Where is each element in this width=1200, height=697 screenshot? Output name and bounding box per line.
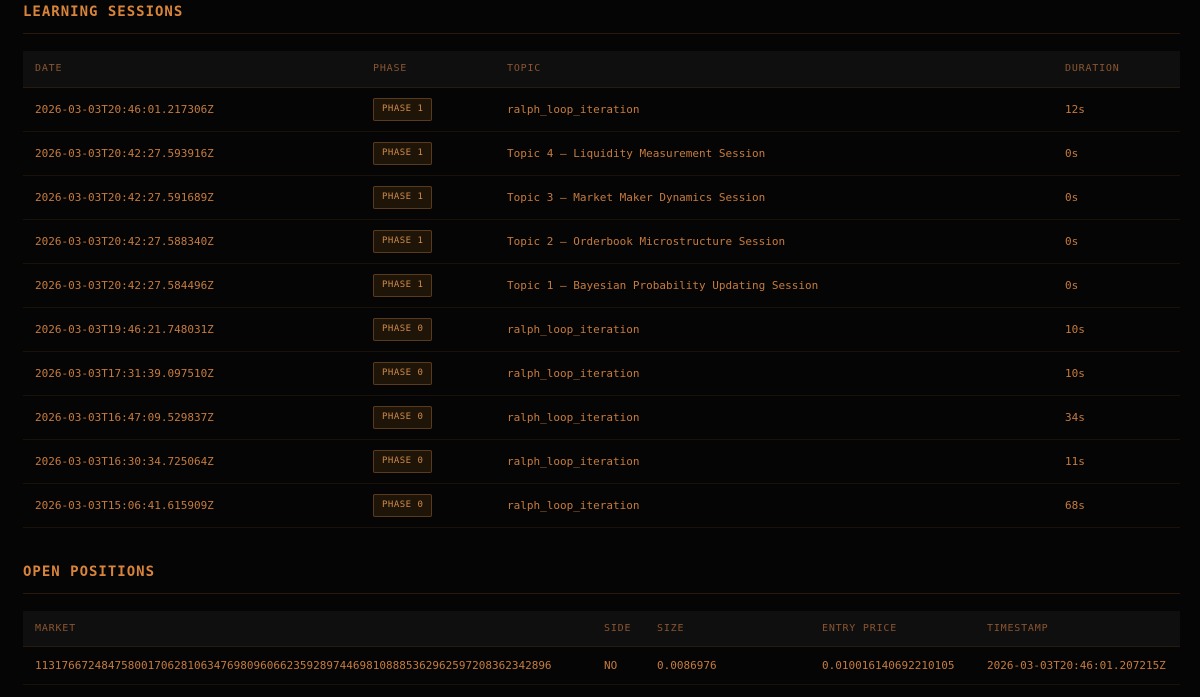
phase-badge: PHASE 0 [373,493,433,517]
table-row[interactable]: 2026-03-03T20:42:27.593916Z PHASE 1 Topic … [23,131,1180,176]
table-row[interactable]: 2026-03-03T16:47:09.529837Z PHASE 0 ralph_… [23,395,1180,440]
session-duration: 12s [1053,87,1180,132]
session-topic: Topic 1 — Bayesian Probability Updating … [495,263,1053,308]
session-topic: ralph_loop_iteration [495,307,1053,352]
section-divider [23,592,1180,594]
session-phase-cell: PHASE 0 [361,395,495,440]
session-date: 2026-03-03T16:30:34.725064Z [23,439,361,484]
phase-badge: PHASE 1 [373,141,433,165]
table-row[interactable]: 2026-03-03T20:46:01.217306Z PHASE 1 ralph_… [23,87,1180,132]
phase-badge: PHASE 0 [373,361,433,385]
position-timestamp: 2026-03-03T20:46:01.207215Z [975,646,1180,685]
column-header-size[interactable]: SIZE [645,610,810,647]
session-date: 2026-03-03T19:46:21.748031Z [23,307,361,352]
session-phase-cell: PHASE 0 [361,439,495,484]
table-row[interactable]: 1131766724847580017062810634769809606623… [23,646,1180,685]
session-topic: ralph_loop_iteration [495,439,1053,484]
table-row[interactable]: 2026-03-03T19:46:21.748031Z PHASE 0 ralph_… [23,307,1180,352]
section-divider [23,33,1180,34]
column-header-duration[interactable]: DURATION [1053,51,1180,88]
session-duration: 34s [1053,395,1180,440]
session-phase-cell: PHASE 0 [361,483,495,528]
session-topic: ralph_loop_iteration [495,351,1053,396]
column-header-timestamp[interactable]: TIMESTAMP [975,610,1180,647]
session-date: 2026-03-03T20:42:27.588340Z [23,219,361,264]
phase-badge: PHASE 1 [373,185,433,209]
table-row[interactable]: 2026-03-03T17:31:39.097510Z PHASE 0 ralph_… [23,351,1180,396]
session-phase-cell: PHASE 0 [361,307,495,352]
session-phase-cell: PHASE 1 [361,131,495,176]
session-phase-cell: PHASE 1 [361,175,495,220]
phase-badge: PHASE 1 [373,229,433,253]
session-duration: 0s [1053,131,1180,176]
session-date: 2026-03-03T20:42:27.593916Z [23,131,361,176]
phase-badge: PHASE 0 [373,449,433,473]
table-row[interactable]: 2026-03-03T20:42:27.584496Z PHASE 1 Topic … [23,263,1180,308]
session-date: 2026-03-03T20:42:27.591689Z [23,175,361,220]
table-header-row: MARKET SIDE SIZE ENTRY PRICE TIMESTAMP [23,610,1180,647]
phase-badge: PHASE 0 [373,405,433,429]
position-entry-price: 0.010016140692210105 [810,646,975,685]
session-date: 2026-03-03T20:46:01.217306Z [23,87,361,132]
session-topic: Topic 2 — Orderbook Microstructure Sessi… [495,219,1053,264]
open-positions-table: MARKET SIDE SIZE ENTRY PRICE TIMESTAMP 1… [23,610,1180,685]
column-header-market[interactable]: MARKET [23,610,592,647]
session-phase-cell: PHASE 1 [361,263,495,308]
position-market: 1131766724847580017062810634769809606623… [23,646,592,685]
phase-badge: PHASE 1 [373,97,433,121]
session-date: 2026-03-03T16:47:09.529837Z [23,395,361,440]
phase-badge: PHASE 1 [373,273,433,297]
session-topic: Topic 4 — Liquidity Measurement Session [495,131,1053,176]
learning-sessions-table: DATE PHASE TOPIC DURATION 2026-03-03T20:… [23,51,1180,528]
session-topic: Topic 3 — Market Maker Dynamics Session [495,175,1053,220]
table-row[interactable]: 2026-03-03T16:30:34.725064Z PHASE 0 ralph_… [23,439,1180,484]
session-phase-cell: PHASE 0 [361,351,495,396]
table-row[interactable]: 2026-03-03T15:06:41.615909Z PHASE 0 ralph_… [23,483,1180,528]
phase-badge: PHASE 0 [373,317,433,341]
column-header-side[interactable]: SIDE [592,610,645,647]
column-header-topic[interactable]: TOPIC [495,51,1053,88]
column-header-phase[interactable]: PHASE [361,51,495,88]
session-date: 2026-03-03T15:06:41.615909Z [23,483,361,528]
table-row[interactable]: 2026-03-03T20:42:27.591689Z PHASE 1 Topic … [23,175,1180,220]
position-side: NO [592,646,645,685]
learning-sessions-title: LEARNING SESSIONS [23,4,184,20]
session-phase-cell: PHASE 1 [361,87,495,132]
session-phase-cell: PHASE 1 [361,219,495,264]
session-duration: 0s [1053,263,1180,308]
session-duration: 10s [1053,351,1180,396]
session-duration: 10s [1053,307,1180,352]
session-topic: ralph_loop_iteration [495,395,1053,440]
session-topic: ralph_loop_iteration [495,87,1053,132]
session-duration: 0s [1053,175,1180,220]
session-duration: 0s [1053,219,1180,264]
session-duration: 68s [1053,483,1180,528]
table-header-row: DATE PHASE TOPIC DURATION [23,51,1180,88]
dashboard-page: LEARNING SESSIONS DATE PHASE TOPIC DURAT… [0,0,1200,697]
table-row[interactable]: 2026-03-03T20:42:27.588340Z PHASE 1 Topic … [23,219,1180,264]
column-header-date[interactable]: DATE [23,51,361,88]
column-header-entry-price[interactable]: ENTRY PRICE [810,610,975,647]
session-date: 2026-03-03T17:31:39.097510Z [23,351,361,396]
session-duration: 11s [1053,439,1180,484]
session-date: 2026-03-03T20:42:27.584496Z [23,263,361,308]
session-topic: ralph_loop_iteration [495,483,1053,528]
open-positions-title: OPEN POSITIONS [23,563,156,580]
position-size: 0.0086976 [645,646,810,685]
